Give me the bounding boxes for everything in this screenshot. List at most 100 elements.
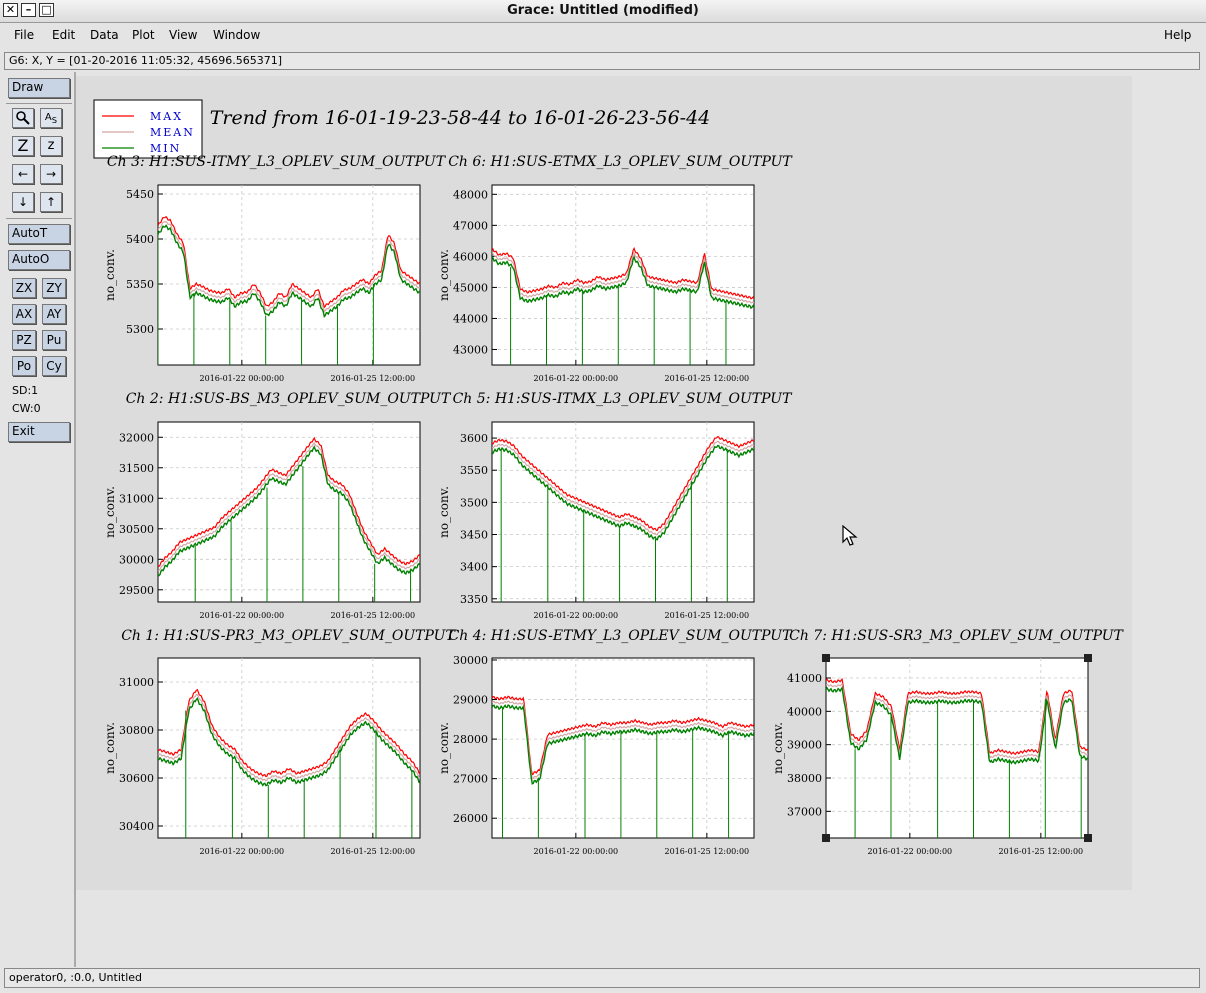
chart-title: Ch 2: H1:SUS-BS_M3_OPLEV_SUM_OUTPUT: [126, 391, 452, 407]
arrow-right-icon[interactable]: →: [40, 164, 62, 184]
y-tick-label: 3550: [460, 464, 488, 477]
y-tick-label: 44000: [453, 312, 488, 325]
x-tick-label: 2016-01-22 00:00:00: [200, 847, 285, 856]
menu-view[interactable]: View: [169, 28, 197, 42]
legend-label: MAX: [150, 110, 183, 123]
y-tick-label: 38000: [787, 772, 822, 785]
zy-button[interactable]: ZY: [42, 278, 66, 298]
chart-1[interactable]: Ch 3: H1:SUS-ITMY_L3_OPLEV_SUM_OUTPUT 530…: [103, 154, 447, 383]
y-tick-label: 5400: [126, 233, 154, 246]
y-axis-label: no_conv.: [437, 249, 451, 301]
window-title: Grace: Untitled (modified): [507, 3, 699, 18]
y-tick-label: 29500: [119, 584, 154, 597]
y-tick-label: 30600: [119, 772, 154, 785]
exit-button[interactable]: Exit: [8, 422, 70, 442]
cw-label: CW:0: [12, 402, 41, 415]
ax-button[interactable]: AX: [12, 304, 36, 324]
y-tick-label: 5350: [126, 278, 154, 291]
arrow-down-icon[interactable]: ↓: [12, 192, 34, 212]
pu-button[interactable]: Pu: [42, 330, 66, 350]
ay-button[interactable]: AY: [42, 304, 66, 324]
menu-plot[interactable]: Plot: [132, 28, 155, 42]
zx-button[interactable]: ZX: [12, 278, 36, 298]
x-tick-label: 2016-01-22 00:00:00: [200, 374, 285, 383]
legend-label: MEAN: [150, 126, 195, 139]
arrow-up-icon[interactable]: ↑: [40, 192, 62, 212]
chart-4[interactable]: Ch 5: H1:SUS-ITMX_L3_OPLEV_SUM_OUTPUT 335…: [437, 391, 793, 620]
autot-button[interactable]: AutoT: [8, 224, 70, 244]
menu-edit[interactable]: Edit: [52, 28, 75, 42]
selection-handle[interactable]: [822, 654, 830, 662]
y-tick-label: 3600: [460, 432, 488, 445]
y-tick-label: 26000: [453, 812, 488, 825]
menu-data[interactable]: Data: [90, 28, 119, 42]
autoscale-text-icon[interactable]: AS: [40, 108, 62, 128]
po-button[interactable]: Po: [12, 356, 36, 376]
title-bar: ✕ – □ Grace: Untitled (modified): [0, 0, 1206, 23]
selection-handle[interactable]: [822, 834, 830, 842]
plot-area: [491, 657, 755, 839]
chart-7[interactable]: Ch 7: H1:SUS-SR3_M3_OPLEV_SUM_OUTPUT 3700…: [771, 628, 1125, 856]
x-tick-label: 2016-01-22 00:00:00: [200, 611, 285, 620]
y-axis-label: no_conv.: [103, 249, 117, 301]
x-tick-label: 2016-01-22 00:00:00: [534, 374, 619, 383]
grace-window: ✕ – □ Grace: Untitled (modified) File Ed…: [0, 0, 1206, 993]
y-tick-label: 46000: [453, 250, 488, 263]
chart-6[interactable]: Ch 4: H1:SUS-ETMY_L3_OPLEV_SUM_OUTPUT 260…: [437, 628, 793, 856]
autoo-button[interactable]: AutoO: [8, 250, 70, 270]
y-axis-label: no_conv.: [771, 722, 785, 774]
chart-title: Ch 7: H1:SUS-SR3_M3_OPLEV_SUM_OUTPUT: [789, 628, 1124, 644]
zoom-out-z-icon[interactable]: z: [40, 136, 62, 156]
menu-window[interactable]: Window: [213, 28, 260, 42]
y-tick-label: 31000: [119, 676, 154, 689]
selection-handle[interactable]: [1084, 654, 1092, 662]
menu-file[interactable]: File: [14, 28, 34, 42]
tool-panel: Draw AS Z z ← → ↓ ↑ AutoT AutoO ZX ZY AX…: [4, 72, 76, 967]
chart-2[interactable]: Ch 6: H1:SUS-ETMX_L3_OPLEV_SUM_OUTPUT 430…: [437, 154, 793, 383]
x-tick-label: 2016-01-22 00:00:00: [534, 847, 619, 856]
y-tick-label: 29000: [453, 694, 488, 707]
pz-button[interactable]: PZ: [12, 330, 36, 350]
chart-5[interactable]: Ch 1: H1:SUS-PR3_M3_OPLEV_SUM_OUTPUT 3040…: [103, 628, 456, 856]
y-tick-label: 27000: [453, 773, 488, 786]
chart-title: Ch 3: H1:SUS-ITMY_L3_OPLEV_SUM_OUTPUT: [107, 154, 447, 170]
plot-page: MAX MEAN MIN Trend from 16-01-19-23-58-44 …: [76, 76, 1132, 890]
sd-label: SD:1: [12, 384, 39, 397]
plot-area: [157, 421, 421, 603]
y-axis-label: no_conv.: [103, 722, 117, 774]
zoom-in-z-icon[interactable]: Z: [12, 136, 34, 156]
y-tick-label: 30500: [119, 523, 154, 536]
menu-bar: File Edit Data Plot View Window Help: [4, 24, 1200, 48]
plot-canvas[interactable]: MAX MEAN MIN Trend from 16-01-19-23-58-44 …: [76, 72, 1200, 966]
status-bar: operator0, :0.0, Untitled: [4, 968, 1200, 988]
y-tick-label: 30800: [119, 724, 154, 737]
y-tick-label: 40000: [787, 705, 822, 718]
y-tick-label: 37000: [787, 805, 822, 818]
cy-button[interactable]: Cy: [42, 356, 66, 376]
y-tick-label: 30400: [119, 820, 154, 833]
plot-area: [157, 657, 421, 839]
y-axis-label: no_conv.: [437, 486, 451, 538]
y-tick-label: 47000: [453, 219, 488, 232]
plot-area: [491, 421, 755, 603]
y-tick-label: 32000: [119, 431, 154, 444]
chart-title: Ch 6: H1:SUS-ETMX_L3_OPLEV_SUM_OUTPUT: [448, 154, 793, 170]
page-title: Trend from 16-01-19-23-58-44 to 16-01-26…: [210, 107, 711, 129]
chart-3[interactable]: Ch 2: H1:SUS-BS_M3_OPLEV_SUM_OUTPUT 29500…: [103, 391, 452, 620]
x-tick-label: 2016-01-25 12:00:00: [331, 374, 416, 383]
chart-title: Ch 1: H1:SUS-PR3_M3_OPLEV_SUM_OUTPUT: [121, 628, 456, 644]
selection-handle[interactable]: [1084, 834, 1092, 842]
y-tick-label: 31500: [119, 462, 154, 475]
mouse-cursor-icon: [842, 525, 858, 546]
x-tick-label: 2016-01-22 00:00:00: [534, 611, 619, 620]
zoom-icon[interactable]: [12, 108, 34, 128]
y-axis-label: no_conv.: [437, 722, 451, 774]
y-tick-label: 5300: [126, 323, 154, 336]
x-tick-label: 2016-01-25 12:00:00: [665, 374, 750, 383]
y-tick-label: 30000: [453, 654, 488, 667]
arrow-left-icon[interactable]: ←: [12, 164, 34, 184]
chart-title: Ch 4: H1:SUS-ETMY_L3_OPLEV_SUM_OUTPUT: [449, 628, 793, 644]
draw-button[interactable]: Draw: [8, 78, 70, 98]
menu-help[interactable]: Help: [1164, 28, 1191, 42]
y-tick-label: 31000: [119, 492, 154, 505]
